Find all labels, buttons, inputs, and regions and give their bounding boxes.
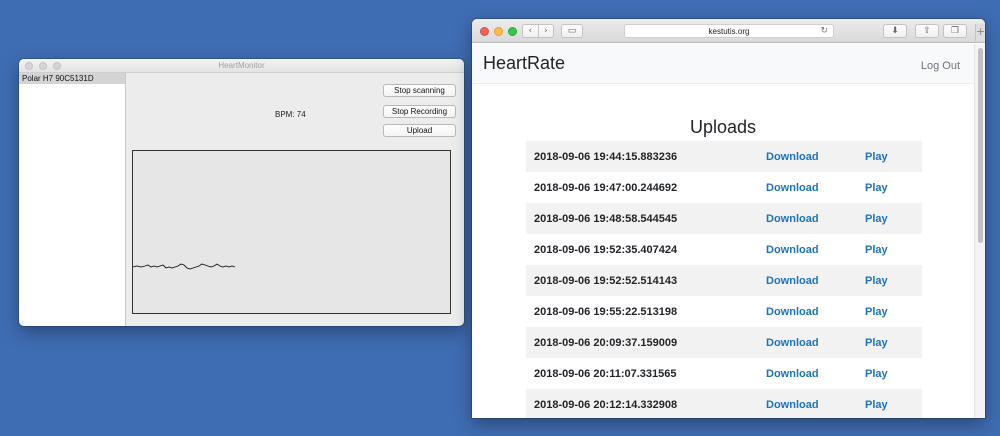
upload-date: 2018-09-06 19:52:52.514143 [534, 274, 678, 287]
play-link[interactable]: Play [865, 306, 888, 318]
heart-rate-waveform [133, 263, 236, 270]
table-row: 2018-09-06 19:55:22.513198 Download Play [526, 296, 922, 327]
window-title: HeartMonitor [218, 61, 265, 70]
download-cell: Download [766, 389, 851, 418]
tabs-icon[interactable]: ❐ [943, 24, 967, 38]
heart-monitor-window: HeartMonitor Polar H7 90C5131D Stop scan… [19, 59, 464, 326]
upload-date: 2018-09-06 20:09:37.159009 [534, 336, 678, 349]
stop-scanning-button[interactable]: Stop scanning [383, 84, 456, 97]
scrollbar-thumb[interactable] [978, 48, 983, 243]
back-forward-group: ‹ › [522, 24, 554, 38]
monitor-panel: Stop scanning BPM: 74 Stop Recording Upl… [127, 73, 464, 326]
logout-link[interactable]: Log Out [921, 60, 960, 72]
bpm-readout: BPM: 74 [275, 110, 306, 119]
download-link[interactable]: Download [766, 275, 819, 287]
table-row: 2018-09-06 20:11:07.331565 Download Play [526, 358, 922, 389]
download-cell: Download [766, 358, 851, 389]
download-link[interactable]: Download [766, 244, 819, 256]
browser-toolbar: ‹ › ▭ kestutis.org ↻ ⬇ ⇪ ❐ + [472, 19, 985, 43]
download-cell: Download [766, 203, 851, 234]
table-row: 2018-09-06 19:52:35.407424 Download Play [526, 234, 922, 265]
site-navbar: HeartRate Log Out [472, 44, 974, 84]
play-cell: Play [851, 265, 922, 296]
close-window-icon[interactable] [480, 27, 489, 36]
upload-date: 2018-09-06 20:11:07.331565 [534, 367, 677, 380]
page-content: Uploads 2018-09-06 19:44:15.883236 Downlo… [472, 85, 974, 418]
download-link[interactable]: Download [766, 182, 819, 194]
table-row: 2018-09-06 19:52:52.514143 Download Play [526, 265, 922, 296]
play-link[interactable]: Play [865, 275, 888, 287]
play-link[interactable]: Play [865, 244, 888, 256]
heart-monitor-titlebar[interactable]: HeartMonitor [19, 59, 464, 73]
download-cell: Download [766, 265, 851, 296]
download-link[interactable]: Download [766, 368, 819, 380]
chevron-right-icon[interactable]: › [539, 25, 554, 37]
download-link[interactable]: Download [766, 399, 819, 411]
play-link[interactable]: Play [865, 213, 888, 225]
play-cell: Play [851, 389, 922, 418]
reload-icon[interactable]: ↻ [820, 25, 828, 38]
play-cell: Play [851, 172, 922, 203]
upload-date: 2018-09-06 19:55:22.513198 [534, 305, 678, 318]
play-cell: Play [851, 358, 922, 389]
download-link[interactable]: Download [766, 151, 819, 163]
play-link[interactable]: Play [865, 368, 888, 380]
download-link[interactable]: Download [766, 337, 819, 349]
download-link[interactable]: Download [766, 213, 819, 225]
play-cell: Play [851, 327, 922, 358]
download-cell: Download [766, 172, 851, 203]
upload-date: 2018-09-06 20:12:14.332908 [534, 398, 678, 411]
play-link[interactable]: Play [865, 337, 888, 349]
upload-date: 2018-09-06 19:44:15.883236 [534, 150, 678, 163]
play-link[interactable]: Play [865, 399, 888, 411]
upload-date: 2018-09-06 19:48:58.544545 [534, 212, 678, 225]
minimize-window-icon[interactable] [494, 27, 503, 36]
upload-date: 2018-09-06 19:52:35.407424 [534, 243, 678, 256]
table-row: 2018-09-06 19:47:00.244692 Download Play [526, 172, 922, 203]
download-cell: Download [766, 296, 851, 327]
sidebar-icon[interactable]: ▭ [561, 24, 583, 38]
table-row: 2018-09-06 20:09:37.159009 Download Play [526, 327, 922, 358]
vertical-scrollbar[interactable] [974, 44, 985, 418]
download-cell: Download [766, 234, 851, 265]
device-list: Polar H7 90C5131D [19, 73, 126, 326]
page-title: Uploads [689, 117, 757, 137]
table-row: 2018-09-06 19:48:58.544545 Download Play [526, 203, 922, 234]
upload-date: 2018-09-06 19:47:00.244692 [534, 181, 678, 194]
play-link[interactable]: Play [865, 182, 888, 194]
table-row: 2018-09-06 20:12:14.332908 Download Play [526, 389, 922, 418]
plus-icon[interactable]: + [975, 24, 985, 41]
url-text: kestutis.org [708, 27, 750, 36]
play-link[interactable]: Play [865, 151, 888, 163]
download-cell: Download [766, 141, 851, 172]
share-icon[interactable]: ⇪ [915, 24, 939, 38]
zoom-window-icon[interactable] [508, 27, 517, 36]
chevron-left-icon[interactable]: ‹ [523, 25, 539, 37]
download-cell: Download [766, 327, 851, 358]
uploads-table: 2018-09-06 19:44:15.883236 Download Play 20… [526, 141, 922, 418]
play-cell: Play [851, 203, 922, 234]
download-link[interactable]: Download [766, 306, 819, 318]
address-bar[interactable]: kestutis.org ↻ [624, 24, 834, 38]
device-list-item[interactable]: Polar H7 90C5131D [19, 73, 125, 84]
stop-recording-button[interactable]: Stop Recording [383, 105, 456, 118]
heart-rate-plot [132, 150, 451, 314]
table-row: 2018-09-06 19:44:15.883236 Download Play [526, 141, 922, 172]
browser-window: ‹ › ▭ kestutis.org ↻ ⬇ ⇪ ❐ + HeartRate L… [472, 19, 985, 418]
play-cell: Play [851, 141, 922, 172]
window-controls [480, 27, 517, 36]
upload-button[interactable]: Upload [383, 124, 456, 137]
download-icon[interactable]: ⬇ [883, 24, 907, 38]
play-cell: Play [851, 296, 922, 327]
site-brand[interactable]: HeartRate [483, 53, 565, 74]
play-cell: Play [851, 234, 922, 265]
